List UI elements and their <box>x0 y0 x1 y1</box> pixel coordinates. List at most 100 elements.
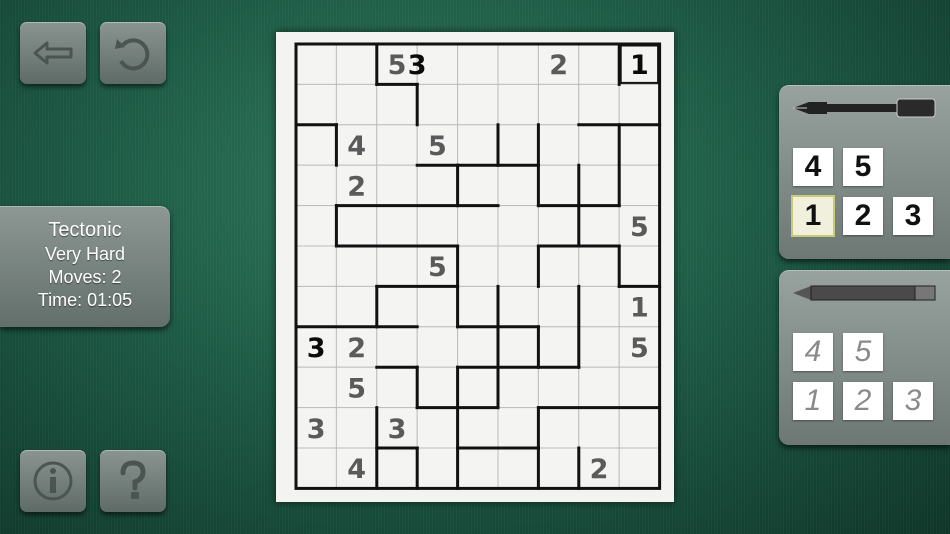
board-cell[interactable] <box>537 245 580 287</box>
pen-key-3[interactable]: 3 <box>893 197 933 235</box>
pencil-key-3[interactable]: 3 <box>893 382 933 420</box>
board-cell[interactable] <box>497 43 539 85</box>
board-cell[interactable] <box>335 245 378 287</box>
board-cell[interactable] <box>578 124 620 166</box>
board-cell[interactable] <box>457 83 499 126</box>
board-cell[interactable] <box>335 83 378 126</box>
board-cell[interactable] <box>416 205 459 247</box>
board-cell[interactable] <box>537 366 580 409</box>
board-cell[interactable] <box>376 366 418 409</box>
board-cell[interactable] <box>457 326 499 368</box>
pencil-key-4[interactable]: 4 <box>793 333 833 371</box>
puzzle-board[interactable]: 524525512553342313 <box>294 42 662 490</box>
board-cell[interactable] <box>295 205 337 247</box>
board-cell[interactable] <box>376 205 418 247</box>
pen-key-1[interactable]: 1 <box>793 197 833 235</box>
board-cell[interactable] <box>497 205 539 247</box>
board-cell[interactable] <box>376 83 418 126</box>
help-button[interactable] <box>100 450 166 512</box>
info-button[interactable] <box>20 450 86 512</box>
board-cell[interactable] <box>497 164 539 207</box>
board-cell[interactable] <box>537 447 580 489</box>
board-cell[interactable] <box>618 124 661 166</box>
board-cell[interactable] <box>295 43 337 85</box>
pencil-panel[interactable]: 45123 <box>779 270 950 445</box>
board-cell[interactable] <box>295 285 337 328</box>
board-cell[interactable] <box>457 164 499 207</box>
board-cell[interactable] <box>537 124 580 166</box>
entered-number: 3 <box>408 50 427 81</box>
board-cell[interactable] <box>416 83 459 126</box>
board-cell[interactable] <box>295 366 337 409</box>
board-cell[interactable] <box>618 83 661 126</box>
board-cell[interactable] <box>457 366 499 409</box>
board-cell[interactable] <box>457 285 499 328</box>
board-cell[interactable] <box>578 407 620 449</box>
board-cell[interactable] <box>578 326 620 368</box>
board-cell[interactable] <box>497 124 539 166</box>
board-cell[interactable] <box>497 326 539 368</box>
board-cell[interactable] <box>497 366 539 409</box>
board-cell[interactable] <box>416 407 459 449</box>
board-cell[interactable] <box>335 43 378 85</box>
board-cell[interactable] <box>537 83 580 126</box>
board-cell[interactable] <box>578 245 620 287</box>
board-cell[interactable] <box>578 366 620 409</box>
board-cell[interactable] <box>457 245 499 287</box>
board-cell[interactable] <box>335 407 378 449</box>
board-cell[interactable] <box>578 164 620 207</box>
board-cell[interactable] <box>416 164 459 207</box>
board-cell[interactable] <box>457 205 499 247</box>
board-cell[interactable] <box>578 285 620 328</box>
board-cell[interactable] <box>376 447 418 489</box>
board-cell[interactable] <box>578 43 620 85</box>
board-cell[interactable] <box>618 407 661 449</box>
board-cell[interactable] <box>376 124 418 166</box>
board-cell[interactable] <box>537 205 580 247</box>
board-cell[interactable] <box>376 164 418 207</box>
board-cell[interactable] <box>416 366 459 409</box>
board-cell[interactable] <box>497 285 539 328</box>
board-cell[interactable] <box>618 366 661 409</box>
pencil-key-1[interactable]: 1 <box>793 382 833 420</box>
board-cell[interactable] <box>416 285 459 328</box>
board-cell[interactable] <box>295 164 337 207</box>
pen-key-5[interactable]: 5 <box>843 148 883 186</box>
board-cell[interactable] <box>295 124 337 166</box>
board-cell[interactable] <box>376 326 418 368</box>
board-cell[interactable] <box>578 205 620 247</box>
board-cell[interactable] <box>295 83 337 126</box>
board-cell[interactable] <box>578 83 620 126</box>
board-cell[interactable] <box>618 164 661 207</box>
board-cell[interactable] <box>376 245 418 287</box>
board-cell[interactable] <box>618 447 661 489</box>
board-cell[interactable] <box>497 407 539 449</box>
board-cell[interactable] <box>537 326 580 368</box>
board-cell[interactable] <box>376 285 418 328</box>
pen-panel[interactable]: 45123 <box>779 85 950 259</box>
board-cell[interactable] <box>295 245 337 287</box>
board-cell[interactable] <box>618 245 661 287</box>
board-cell[interactable] <box>537 407 580 449</box>
pen-key-2[interactable]: 2 <box>843 197 883 235</box>
pencil-key-5[interactable]: 5 <box>843 333 883 371</box>
undo-button[interactable] <box>100 22 166 84</box>
board-cell[interactable] <box>416 326 459 368</box>
pen-key-4[interactable]: 4 <box>793 148 833 186</box>
board-cell[interactable] <box>497 447 539 489</box>
board-cell[interactable] <box>335 285 378 328</box>
board-cell[interactable] <box>497 245 539 287</box>
board-cell[interactable] <box>457 43 499 85</box>
board-grid[interactable]: 5 24 525512 553 34 23 13 <box>294 42 662 490</box>
board-cell[interactable] <box>416 447 459 489</box>
board-cell[interactable] <box>457 407 499 449</box>
back-button[interactable] <box>20 22 86 84</box>
board-cell[interactable] <box>335 205 378 247</box>
pencil-key-2[interactable]: 2 <box>843 382 883 420</box>
board-cell[interactable] <box>497 83 539 126</box>
board-cell[interactable] <box>457 124 499 166</box>
board-cell[interactable] <box>537 164 580 207</box>
board-cell[interactable] <box>295 447 337 489</box>
board-cell[interactable] <box>457 447 499 489</box>
board-cell[interactable] <box>537 285 580 328</box>
